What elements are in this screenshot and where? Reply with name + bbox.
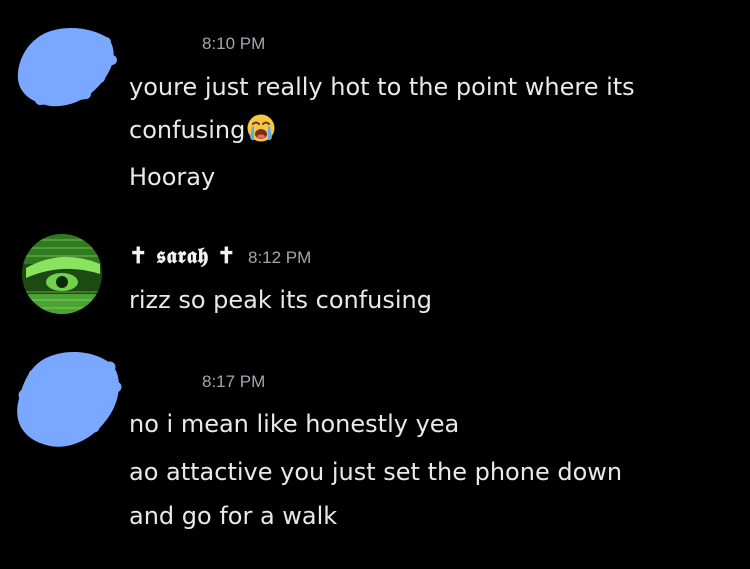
timestamp: 8:12 PM [248,248,312,267]
message-line-with-emoji: confusing [129,113,276,151]
message-line: youre just really hot to the point where… [129,73,635,101]
avatar[interactable] [22,234,102,314]
message-line: rizz so peak its confusing [129,286,432,314]
message-header: 8:10 PM [202,34,265,54]
timestamp: 8:10 PM [202,34,266,53]
avatar-image [22,234,102,314]
message-header: 8:17 PM [202,372,265,392]
message-header: ✝ 𝖘𝖆𝖗𝖆𝖍 ✝ 8:12 PM [129,243,311,269]
message-text: confusing [129,116,246,144]
message-line: and go for a walk [129,502,338,530]
message-line: Hooray [129,163,216,191]
message-line: no i mean like honestly yea [129,410,460,438]
timestamp: 8:17 PM [202,372,266,391]
redacted-avatar-scribble [17,27,117,107]
username[interactable]: ✝ 𝖘𝖆𝖗𝖆𝖍 ✝ [129,243,236,269]
message-line: ao attactive you just set the phone down [129,458,623,486]
redacted-avatar-scribble [17,352,122,447]
loudly-crying-face-icon [246,113,276,151]
